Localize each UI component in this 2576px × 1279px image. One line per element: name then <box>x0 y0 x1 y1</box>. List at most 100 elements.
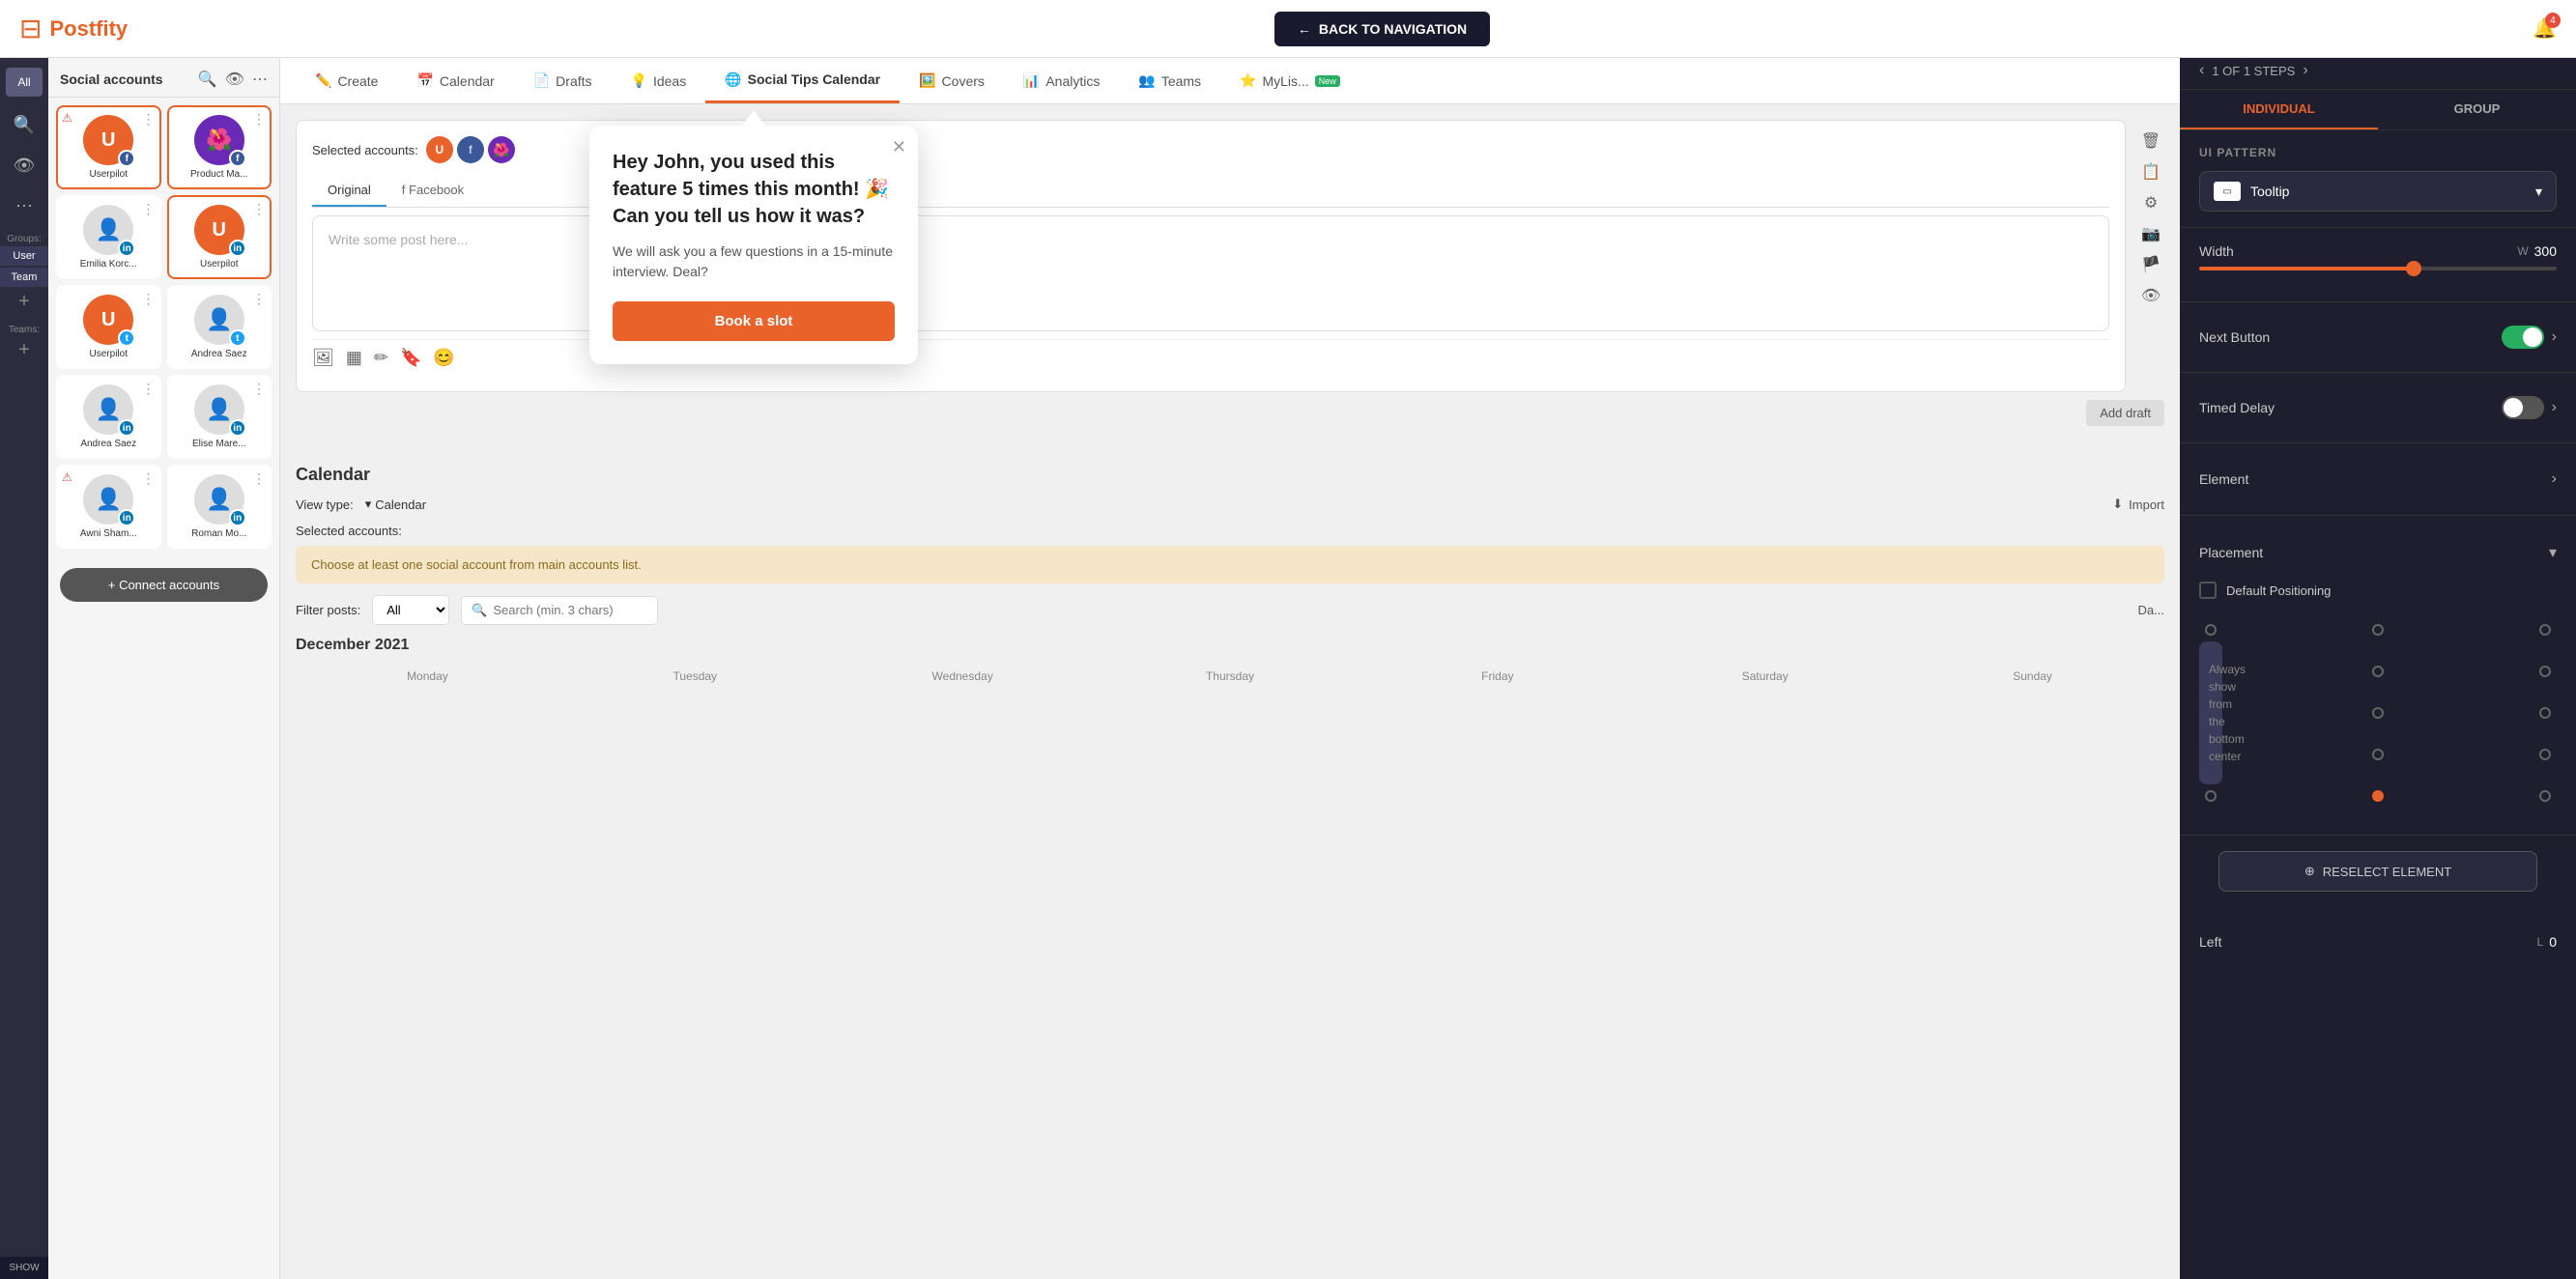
placement-dot-tc[interactable] <box>2372 624 2384 636</box>
post-editor[interactable]: Write some post here... <box>312 215 2109 331</box>
accounts-panel: Social accounts 🔍 👁 ⋯ ⚠ ⋮ U f Userpilot … <box>48 58 280 1279</box>
add-draft-button[interactable]: Add draft <box>2086 400 2164 426</box>
eye-icon[interactable]: 👁 <box>6 151 43 180</box>
width-slider[interactable] <box>2199 267 2557 270</box>
placement-dot-ml2[interactable] <box>2372 707 2384 719</box>
next-step-icon[interactable]: › <box>2303 62 2307 79</box>
account-more-icon[interactable]: ⋮ <box>142 111 156 128</box>
bookmark-toolbar-icon[interactable]: 🔖 <box>400 348 421 368</box>
timed-delay-toggle[interactable] <box>2502 396 2544 419</box>
eye-accounts-icon[interactable]: 👁 <box>225 70 244 89</box>
placement-dot-mr[interactable] <box>2539 666 2551 677</box>
account-more-icon[interactable]: ⋮ <box>142 201 156 217</box>
more-accounts-icon[interactable]: ⋯ <box>252 70 268 89</box>
tab-individual[interactable]: INDIVIDUAL <box>2180 90 2378 129</box>
placement-dot-mr3[interactable] <box>2539 749 2551 760</box>
eye2-icon[interactable]: 👁 <box>2137 282 2164 309</box>
import-button[interactable]: ⬇ Import <box>2112 497 2164 512</box>
placement-dot-bc-active[interactable] <box>2372 790 2384 802</box>
book-slot-button[interactable]: Book a slot <box>613 301 895 341</box>
tab-ideas[interactable]: 💡 Ideas <box>612 58 706 103</box>
placement-dot-mr2[interactable] <box>2539 707 2551 719</box>
tab-analytics[interactable]: 📊 Analytics <box>1004 58 1119 103</box>
connect-accounts-button[interactable]: + Connect accounts <box>60 568 268 602</box>
add-group-button[interactable]: + <box>18 291 30 313</box>
left-prefix: L <box>2537 935 2544 949</box>
tab-drafts[interactable]: 📄 Drafts <box>514 58 612 103</box>
account-more-icon[interactable]: ⋮ <box>142 470 156 487</box>
photo-icon[interactable]: 📷 <box>2137 220 2164 247</box>
search-accounts-icon[interactable]: 🔍 <box>198 70 217 89</box>
copy-icon[interactable]: 📋 <box>2137 158 2164 185</box>
image-toolbar-icon[interactable]: 🖼 <box>312 348 334 368</box>
account-card[interactable]: ⋮ U t Userpilot <box>56 285 161 369</box>
prev-step-icon[interactable]: ‹ <box>2199 62 2204 79</box>
element-row[interactable]: Element › <box>2199 459 2557 499</box>
search-input[interactable] <box>493 603 647 617</box>
account-more-icon[interactable]: ⋮ <box>142 291 156 307</box>
reselect-element-button[interactable]: ⊕ RESELECT ELEMENT <box>2218 851 2537 892</box>
settings-icon[interactable]: ⚙ <box>2137 189 2164 216</box>
account-card[interactable]: ⋮ 👤 in Andrea Saez <box>56 375 161 459</box>
tooltip-close-button[interactable]: ✕ <box>892 137 906 157</box>
account-more-icon[interactable]: ⋮ <box>252 470 266 487</box>
tab-calendar[interactable]: 📅 Calendar <box>397 58 513 103</box>
width-slider-thumb[interactable] <box>2406 261 2421 276</box>
tab-covers[interactable]: 🖼️ Covers <box>900 58 1004 103</box>
back-nav-button[interactable]: ← BACK TO NAVIGATION <box>1274 12 1490 46</box>
pencil-toolbar-icon[interactable]: ✏ <box>374 348 388 368</box>
flag-icon[interactable]: 🏴 <box>2137 251 2164 278</box>
post-tab-original[interactable]: Original <box>312 175 386 207</box>
view-type-select[interactable]: ▾ Calendar <box>365 497 426 512</box>
add-team-button[interactable]: + <box>18 339 30 361</box>
default-pos-checkbox[interactable] <box>2199 582 2217 599</box>
next-button-toggle[interactable] <box>2502 326 2544 349</box>
element-chevron[interactable]: › <box>2552 470 2557 488</box>
filter-select[interactable]: All <box>372 595 449 625</box>
placement-dot-tr[interactable] <box>2539 624 2551 636</box>
notifications[interactable]: 🔔 4 <box>2533 16 2557 41</box>
timed-delay-controls: › <box>2502 396 2557 419</box>
account-card[interactable]: ⚠ ⋮ 👤 in Awni Sham... <box>56 465 161 549</box>
grid-toolbar-icon[interactable]: ▦ <box>346 348 362 368</box>
account-more-icon[interactable]: ⋮ <box>142 381 156 397</box>
post-tab-facebook[interactable]: f Facebook <box>386 175 479 207</box>
tab-social-tips[interactable]: 🌐 Social Tips Calendar <box>705 58 900 103</box>
placement-chevron-down[interactable]: ▾ <box>2549 543 2557 562</box>
search-icon[interactable]: 🔍 <box>6 110 43 139</box>
timed-delay-chevron[interactable]: › <box>2552 399 2557 416</box>
placement-row[interactable]: Placement ▾ <box>2199 531 2557 574</box>
emoji-toolbar-icon[interactable]: 😊 <box>433 348 454 368</box>
tab-teams[interactable]: 👥 Teams <box>1119 58 1220 103</box>
account-card[interactable]: ⋮ U in Userpilot <box>167 195 272 279</box>
day-label-sunday: Sunday <box>1901 666 2164 687</box>
account-more-icon[interactable]: ⋮ <box>252 291 266 307</box>
trash-icon[interactable]: 🗑 <box>2137 128 2164 155</box>
account-more-icon[interactable]: ⋮ <box>252 201 266 217</box>
account-more-icon[interactable]: ⋮ <box>252 381 266 397</box>
left-input-row: L 0 <box>2537 934 2557 950</box>
placement-dot-bl[interactable] <box>2205 790 2217 802</box>
placement-dot-ml3[interactable] <box>2372 749 2384 760</box>
placement-label: Placement <box>2199 545 2263 560</box>
tab-mylis[interactable]: ⭐ MyLis... New <box>1220 58 1360 103</box>
more-icon[interactable]: ⋯ <box>6 191 43 220</box>
account-card[interactable]: ⋮ 👤 t Andrea Saez <box>167 285 272 369</box>
tab-group[interactable]: GROUP <box>2378 90 2576 129</box>
all-button[interactable]: All <box>6 68 43 97</box>
account-more-icon[interactable]: ⋮ <box>252 111 266 128</box>
tooltip-icon-box: ▭ <box>2214 182 2241 201</box>
account-card[interactable]: ⋮ 🌺 f Product Ma... <box>167 105 272 189</box>
ui-pattern-select[interactable]: ▭ Tooltip ▾ <box>2199 171 2557 212</box>
account-card[interactable]: ⋮ 👤 in Elise Mare... <box>167 375 272 459</box>
nav-center: ← BACK TO NAVIGATION <box>232 12 2533 46</box>
placement-dot-br[interactable] <box>2539 790 2551 802</box>
show-button[interactable]: SHOW <box>0 1257 48 1279</box>
placement-dot-tl[interactable] <box>2205 624 2217 636</box>
account-card[interactable]: ⚠ ⋮ U f Userpilot <box>56 105 161 189</box>
next-button-chevron[interactable]: › <box>2552 328 2557 346</box>
account-card[interactable]: ⋮ 👤 in Roman Mo... <box>167 465 272 549</box>
placement-dot-ml[interactable] <box>2372 666 2384 677</box>
account-card[interactable]: ⋮ 👤 in Emilia Korc... <box>56 195 161 279</box>
tab-create[interactable]: ✏️ Create <box>296 58 397 103</box>
